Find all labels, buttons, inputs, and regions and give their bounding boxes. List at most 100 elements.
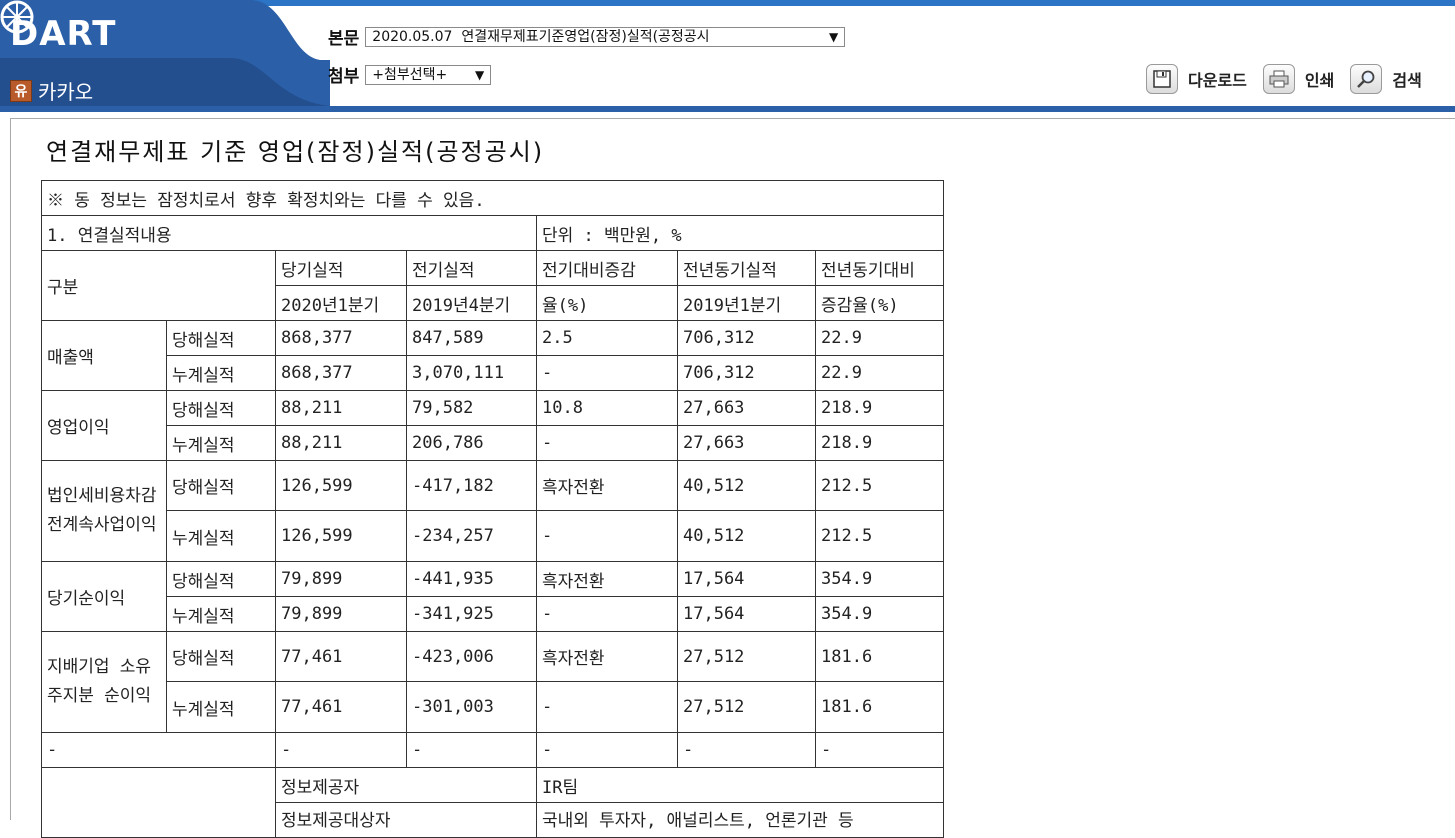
cell-current: 868,377 [275, 320, 407, 356]
cell-rate: 218.9 [815, 425, 944, 461]
attach-select-value: +첨부선택+ [372, 66, 448, 83]
cell-yoy: - [677, 732, 816, 768]
info-group-cell [41, 767, 276, 838]
search-icon [1350, 64, 1383, 94]
row-label: 매출액 [41, 320, 167, 391]
cell-yoy: 27,663 [677, 425, 816, 461]
header-divider [0, 106, 1455, 112]
print-button[interactable]: 인쇄 [1262, 64, 1335, 94]
header-prev-period: 2019년4분기 [406, 285, 537, 321]
chevron-down-icon: ▼ [829, 29, 839, 44]
cell-yoy: 40,512 [677, 510, 816, 562]
body-label: 본문 [328, 29, 360, 49]
cell-rate: - [815, 732, 944, 768]
body-select[interactable]: 2020.05.07 연결재무제표기준영업(잠정)실적(공정공시 ▼ [365, 26, 846, 47]
cell-qoq: - [536, 510, 678, 562]
attach-select[interactable]: +첨부선택+ ▼ [365, 64, 492, 85]
provider-value: IR팀 [536, 767, 944, 803]
attach-label: 첨부 [328, 67, 360, 87]
row-sub: 당해실적 [166, 320, 276, 356]
attach-select-row: 첨부 +첨부선택+ ▼ [328, 62, 492, 87]
row-sub: 누계실적 [166, 425, 276, 461]
provider-label: 정보제공자 [275, 767, 537, 803]
row-sub: 누계실적 [166, 510, 276, 562]
header-qoq-1: 전기대비증감 [536, 250, 678, 286]
cell-qoq: 10.8 [536, 390, 678, 426]
earnings-table: ※ 동 정보는 잠정치로서 향후 확정치와는 다를 수 있음. 1. 연결실적내… [41, 180, 944, 838]
cell-current: 88,211 [275, 390, 407, 426]
cell-current: - [275, 732, 407, 768]
header-qoq-2: 율(%) [536, 285, 678, 321]
cell-yoy: 40,512 [677, 460, 816, 511]
cell-prev: 79,582 [406, 390, 537, 426]
logo-area: DART 유 카카오 [0, 0, 330, 112]
row-sub: 당해실적 [166, 561, 276, 597]
table-row: 정보제공자 IR팀 [41, 767, 944, 838]
document-title: 연결재무제표 기준 영업(잠정)실적(공정공시) [46, 138, 545, 166]
cell-rate: 212.5 [815, 510, 944, 562]
cell-qoq: - [536, 732, 678, 768]
cell-current: 868,377 [275, 355, 407, 391]
table-row: 누계실적 88,211 206,786 - 27,663 218.9 [42, 425, 944, 461]
cell-yoy: 27,512 [677, 681, 816, 733]
market-badge: 유 [10, 79, 32, 102]
cell-qoq: - [536, 425, 678, 461]
row-sub: 누계실적 [166, 355, 276, 391]
cell-current: 79,899 [275, 596, 407, 632]
header-yoy-rate-2: 증감율(%) [815, 285, 944, 321]
download-button[interactable]: 다운로드 [1146, 64, 1247, 94]
cell-yoy: 17,564 [677, 596, 816, 632]
cell-prev: -441,935 [406, 561, 537, 597]
row-label: 지배기업 소유주지분 순이익 [41, 631, 167, 733]
cell-rate: 22.9 [815, 355, 944, 391]
toolbar: 다운로드 인쇄 검색 [1146, 64, 1438, 94]
cell-yoy: 17,564 [677, 561, 816, 597]
cell-prev: 847,589 [406, 320, 537, 356]
table-row: 지배기업 소유주지분 순이익 당해실적 77,461 -423,006 흑자전환… [41, 631, 944, 733]
search-label: 검색 [1392, 71, 1422, 90]
save-disk-icon [1146, 64, 1178, 94]
target-label: 정보제공대상자 [275, 802, 537, 838]
cell-prev: -301,003 [406, 681, 537, 733]
row-label: - [41, 732, 276, 768]
cell-current: 77,461 [275, 681, 407, 733]
table-row: 누계실적 126,599 -234,257 - 40,512 212.5 [42, 510, 944, 562]
header-gubun: 구분 [41, 250, 276, 321]
print-label: 인쇄 [1304, 71, 1335, 90]
search-button[interactable]: 검색 [1350, 64, 1422, 94]
row-label: 영업이익 [41, 390, 167, 461]
table-row: 누계실적 868,377 3,070,111 - 706,312 22.9 [42, 355, 944, 391]
header-yoy-actual: 전년동기실적 [677, 250, 816, 286]
table-row: - - - - - - [41, 732, 944, 768]
chevron-down-icon: ▼ [475, 67, 485, 82]
header-current: 당기실적 [275, 250, 407, 286]
row-sub: 누계실적 [166, 681, 276, 733]
cell-current: 126,599 [275, 510, 407, 562]
download-label: 다운로드 [1188, 71, 1247, 90]
body-select-row: 본문 2020.05.07 연결재무제표기준영업(잠정)실적(공정공시 ▼ [328, 24, 846, 49]
cell-qoq: - [536, 596, 678, 632]
printer-icon [1262, 64, 1295, 94]
header: DART 유 카카오 본문 2020.05.07 연결재무제표기준영업(잠정)실… [0, 0, 1455, 112]
cell-current: 88,211 [275, 425, 407, 461]
row-label: 당기순이익 [41, 561, 167, 632]
cell-yoy: 27,512 [677, 631, 816, 682]
cell-qoq: 흑자전환 [536, 561, 678, 597]
cell-prev: 206,786 [406, 425, 537, 461]
cell-rate: 218.9 [815, 390, 944, 426]
cell-yoy: 706,312 [677, 355, 816, 391]
header-yoy-period: 2019년1분기 [677, 285, 816, 321]
body-select-value: 2020.05.07 연결재무제표기준영업(잠정)실적(공정공시 [372, 28, 710, 45]
cell-yoy: 706,312 [677, 320, 816, 356]
row-sub: 당해실적 [166, 390, 276, 426]
cell-qoq: 흑자전환 [536, 460, 678, 511]
cell-rate: 354.9 [815, 561, 944, 597]
cell-yoy: 27,663 [677, 390, 816, 426]
cell-prev: -423,006 [406, 631, 537, 682]
cell-prev: -417,182 [406, 460, 537, 511]
cell-qoq: - [536, 681, 678, 733]
cell-qoq: - [536, 355, 678, 391]
table-row: 누계실적 79,899 -341,925 - 17,564 354.9 [42, 596, 944, 632]
cell-rate: 212.5 [815, 460, 944, 511]
cell-rate: 354.9 [815, 596, 944, 632]
